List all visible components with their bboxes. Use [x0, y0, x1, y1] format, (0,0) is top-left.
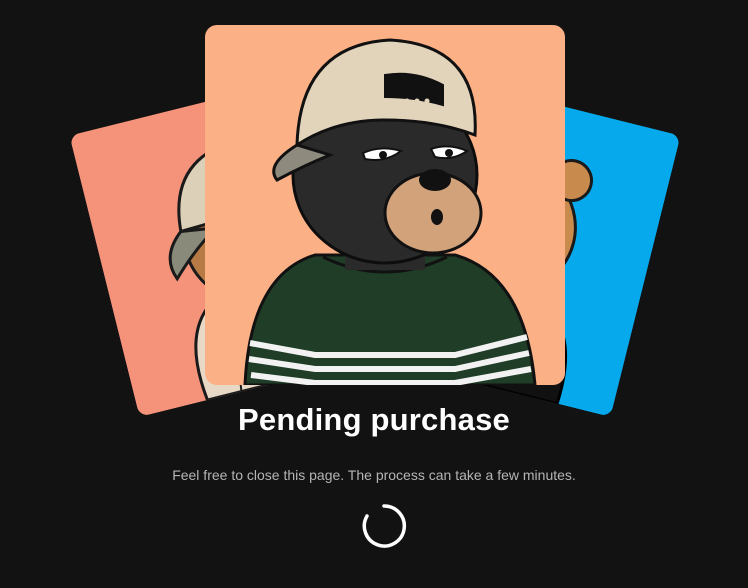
loading-spinner-icon: [362, 504, 407, 548]
page-title: Pending purchase: [238, 402, 510, 437]
black-bear-with-cap-image: [205, 25, 565, 385]
status-message: Feel free to close this page. The proces…: [172, 467, 576, 483]
nft-card-center: [205, 25, 565, 385]
pending-purchase-screen: Pending purchase Feel free to close this…: [0, 0, 748, 588]
